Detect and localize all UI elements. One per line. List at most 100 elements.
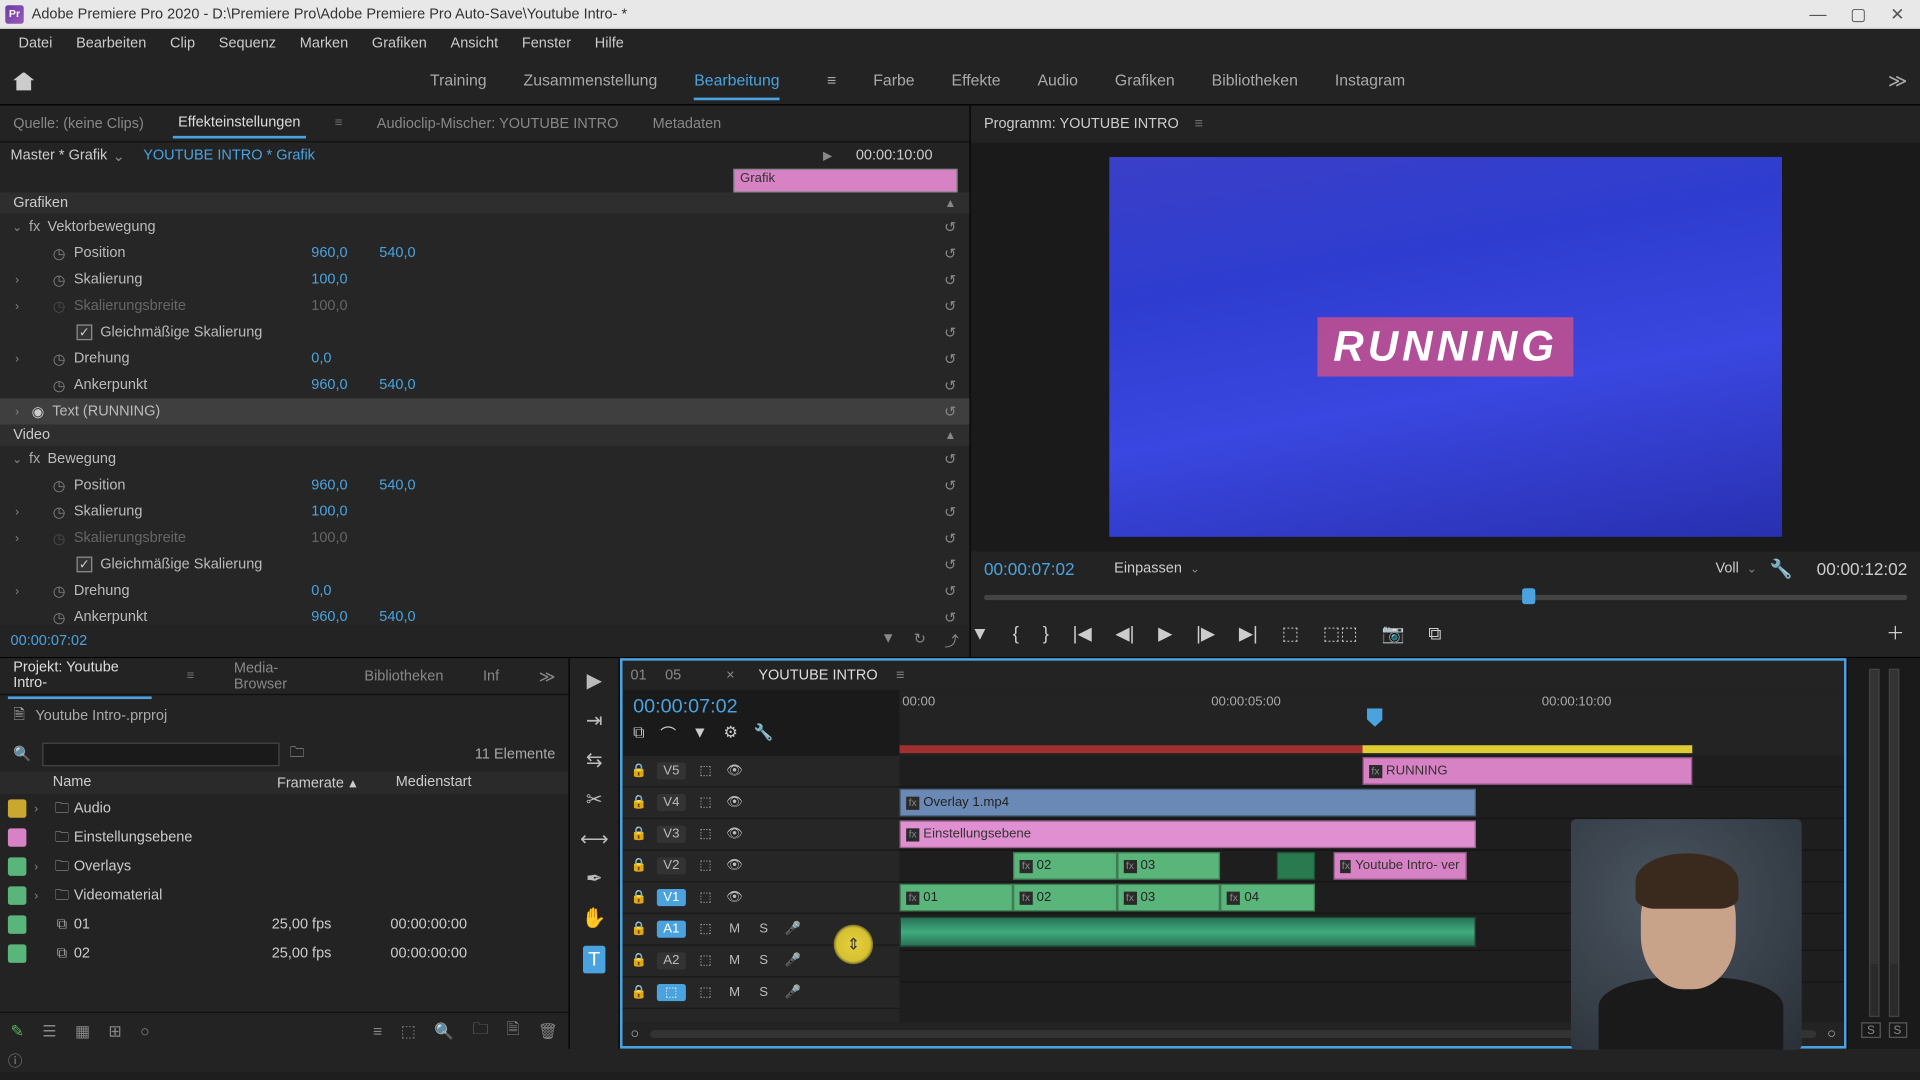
solo-icon[interactable]: S	[754, 922, 772, 937]
wrench-icon[interactable]: 🔧	[753, 723, 773, 745]
pen-tool-icon[interactable]: ✒	[586, 867, 603, 891]
section-grafiken[interactable]: Grafiken ▲	[0, 193, 969, 214]
visibility-icon[interactable]: ◉	[32, 403, 45, 420]
project-row[interactable]: ⧉0225,00 fps00:00:00:00	[0, 939, 568, 968]
timeline-tab-01[interactable]: 01	[630, 667, 646, 683]
anker-x-value[interactable]: 960,0	[311, 377, 347, 393]
timeline-tab-05[interactable]: 05	[665, 667, 681, 683]
menu-hilfe[interactable]: Hilfe	[584, 32, 634, 56]
export-frame-icon[interactable]: 📷	[1381, 622, 1404, 644]
section-video[interactable]: Video ▲	[0, 425, 969, 446]
tab-inf[interactable]: Inf	[478, 663, 505, 689]
position-y-value[interactable]: 540,0	[379, 245, 415, 261]
new-bin-icon[interactable]: 🗀	[472, 1017, 488, 1045]
tab-projekt[interactable]: Projekt: Youtube Intro-	[8, 654, 152, 699]
fx-badge-icon[interactable]: fx	[29, 219, 47, 235]
solo-left[interactable]: S	[1862, 1022, 1880, 1038]
wrench-icon[interactable]: 🔧	[1770, 557, 1793, 579]
tab-media-browser[interactable]: Media-Browser	[229, 655, 331, 697]
reset-icon[interactable]: ↺	[944, 324, 956, 341]
tab-close-icon[interactable]: ×	[726, 667, 734, 683]
workspace-grafiken[interactable]: Grafiken	[1115, 63, 1175, 100]
timeline-timecode[interactable]: 00:00:07:02	[633, 695, 889, 717]
marker-add-icon[interactable]: ▼	[692, 723, 708, 745]
zoom-out-icon[interactable]: ○	[630, 1026, 639, 1042]
reset-icon[interactable]: ↺	[944, 556, 956, 573]
tab-audioclip-mischer[interactable]: Audioclip-Mischer: YOUTUBE INTRO	[372, 110, 624, 136]
project-row[interactable]: ›🗀Overlays	[0, 852, 568, 881]
clip-youtube-intro-ver[interactable]: fxYoutube Intro- ver	[1334, 852, 1466, 880]
reset-icon[interactable]: ↺	[944, 350, 956, 367]
settings-icon[interactable]: ⚙	[723, 723, 737, 745]
menu-fenster[interactable]: Fenster	[511, 32, 581, 56]
position-x-value[interactable]: 960,0	[311, 245, 347, 261]
type-tool-icon[interactable]: T	[583, 946, 606, 974]
new-item-icon[interactable]: 🗎	[507, 1017, 520, 1045]
clip-small[interactable]	[1277, 852, 1315, 880]
project-row[interactable]: ›🗀Videomaterial	[0, 881, 568, 910]
reset-icon[interactable]: ↺	[944, 271, 956, 288]
reset-icon[interactable]: ↺	[944, 503, 956, 520]
clip-01[interactable]: fx01	[900, 884, 1013, 912]
in-point-icon[interactable]: {	[1013, 623, 1019, 644]
reset-icon[interactable]: ↺	[944, 377, 956, 394]
project-row[interactable]: 🗀Einstellungsebene	[0, 823, 568, 852]
home-icon[interactable]	[13, 72, 34, 90]
project-search-input[interactable]	[42, 742, 279, 766]
effect-bewegung[interactable]: Bewegung	[47, 451, 284, 467]
tab-effekteinstellungen[interactable]: Effekteinstellungen	[173, 109, 306, 138]
clip-name-label[interactable]: YOUTUBE INTRO * Grafik	[143, 148, 315, 164]
eye-icon[interactable]: 👁	[725, 764, 743, 779]
reset-icon[interactable]: ↺	[944, 218, 956, 235]
master-clip-label[interactable]: Master * Grafik	[11, 148, 108, 164]
sort-asc-icon[interactable]: ▴	[349, 774, 356, 791]
program-scrubber[interactable]	[971, 586, 1920, 610]
track-header-a1[interactable]: 🔒A1⬚MS🎤	[623, 914, 900, 946]
workspace-training[interactable]: Training	[430, 63, 487, 100]
fit-dropdown[interactable]: Einpassen⌄	[1114, 561, 1200, 577]
program-viewport[interactable]: RUNNING	[1109, 157, 1782, 537]
track-header-v1[interactable]: 🔒V1⬚👁	[623, 882, 900, 914]
reset-icon[interactable]: ↺	[944, 403, 956, 420]
program-timecode-left[interactable]: 00:00:07:02	[984, 559, 1075, 579]
header-medienstart[interactable]: Medienstart	[396, 774, 569, 791]
sync-lock-icon[interactable]: ⬚	[696, 764, 714, 779]
menu-ansicht[interactable]: Ansicht	[440, 32, 509, 56]
project-row[interactable]: ›🗀Audio	[0, 794, 568, 823]
zoom-slider-icon[interactable]: ○	[140, 1022, 150, 1040]
reset-icon[interactable]: ↺	[944, 450, 956, 467]
step-back-icon[interactable]: ◀|	[1115, 622, 1134, 644]
menu-bearbeiten[interactable]: Bearbeiten	[66, 32, 157, 56]
add-button-icon[interactable]: ＋	[1886, 620, 1904, 646]
close-button[interactable]: ✕	[1890, 3, 1904, 24]
track-header-v4[interactable]: 🔒V4⬚👁	[623, 787, 900, 819]
solo-right[interactable]: S	[1888, 1022, 1906, 1038]
uniform-scale-checkbox[interactable]	[77, 324, 93, 340]
clip-03[interactable]: fx03	[1117, 852, 1221, 880]
audio-clip[interactable]	[900, 917, 1476, 947]
stopwatch-icon[interactable]: ◷	[53, 245, 74, 262]
workspace-audio[interactable]: Audio	[1037, 63, 1077, 100]
sort-icon[interactable]: ≡	[373, 1022, 382, 1040]
mute-icon[interactable]: M	[725, 922, 743, 937]
menu-sequenz[interactable]: Sequenz	[208, 32, 286, 56]
filter-icon[interactable]: ▼	[881, 630, 895, 651]
header-framerate[interactable]: Framerate▴	[277, 774, 396, 791]
extract-icon[interactable]: ⬚⬚	[1323, 622, 1358, 644]
reset-icon[interactable]: ↺	[944, 297, 956, 314]
clip-02[interactable]: fx02	[1013, 884, 1117, 912]
automate-icon[interactable]: ⬚	[401, 1022, 416, 1040]
comparison-icon[interactable]: ⧉	[1428, 622, 1441, 644]
panel-menu-icon[interactable]: ≡	[1195, 116, 1203, 132]
trash-icon[interactable]: 🗑	[538, 1022, 558, 1040]
collapse-icon[interactable]: ▲	[945, 429, 957, 442]
workspace-menu-icon[interactable]: ≡	[827, 63, 836, 100]
selection-tool-icon[interactable]: ▶	[587, 669, 602, 693]
panel-menu-icon[interactable]: ≡	[330, 111, 348, 136]
maximize-button[interactable]: ▢	[1850, 3, 1866, 24]
find-icon[interactable]: 🔍	[434, 1022, 454, 1040]
record-icon[interactable]: 🎤	[783, 922, 801, 937]
track-header-v3[interactable]: 🔒V3⬚👁	[623, 819, 900, 851]
play-only-icon[interactable]: ▶	[823, 148, 832, 163]
effect-text-running[interactable]: Text (RUNNING)	[52, 404, 289, 420]
